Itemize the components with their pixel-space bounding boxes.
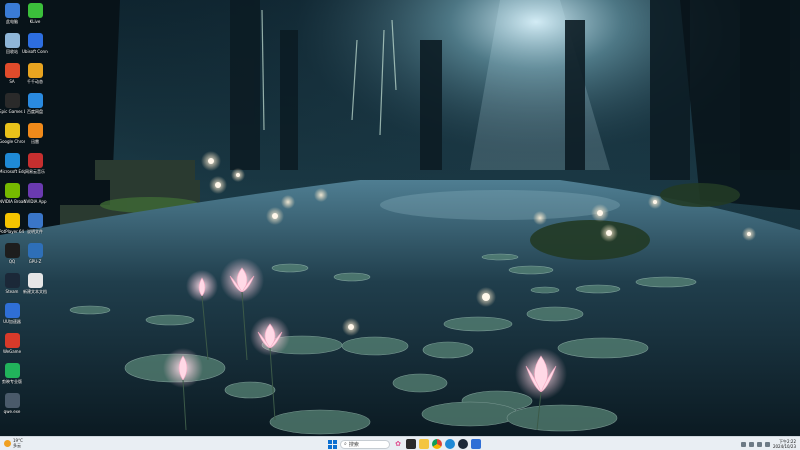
desktop-icon-label: UU加速器 <box>3 319 21 324</box>
desktop-icon-label: KLive <box>29 19 41 24</box>
desktop-icon-uu[interactable]: UU加速器 <box>0 303 24 324</box>
desktop-icon-ubisoft[interactable]: Ubisoft Connect <box>22 33 48 54</box>
steam-icon <box>4 273 20 288</box>
desktop-icon-wegame[interactable]: WeGame <box>0 333 24 354</box>
music-icon <box>27 153 43 168</box>
file-explorer-icon[interactable] <box>419 439 429 449</box>
desktop-icon-nvidia[interactable]: NVIDIA Broadcast <box>0 183 25 204</box>
desktop-icon-label: 剪映专业版 <box>2 379 22 384</box>
desktop-icon-epic-games[interactable]: Epic Games Launcher <box>0 93 25 114</box>
desktop-icon-text-file[interactable]: 新建文本文档 <box>23 273 47 294</box>
desktop-icon-computer[interactable]: 此电脑 <box>0 3 24 24</box>
nv-app-icon <box>27 183 43 198</box>
desktop-icon-exe[interactable]: qwe.exe <box>0 393 24 414</box>
desktop-icon-grid: 此电脑回收站 SA Epic Games Launcher Google Chrome… <box>0 0 60 436</box>
qq-icon <box>4 243 20 258</box>
desktop-icon-label: 千千动态 <box>27 79 43 84</box>
recycle-bin-icon <box>4 33 20 48</box>
uu-icon <box>4 303 20 318</box>
desktop-icon-label: Ubisoft Connect <box>22 49 48 54</box>
desktop-icon-label: WeGame <box>2 349 22 354</box>
desktop-icon-label: 说明文件 <box>27 229 43 234</box>
desktop-icon-nv-app[interactable]: NVIDIA App <box>23 183 47 204</box>
network-icon[interactable] <box>756 441 762 447</box>
volume-icon[interactable] <box>764 441 770 447</box>
weather-widget[interactable]: 19°C 多云 <box>4 438 23 448</box>
taskbar-center: ⌕ 搜索 ✿ <box>327 438 481 450</box>
desktop-icon-label: qwe.exe <box>3 409 21 414</box>
steam-taskbar-icon[interactable] <box>458 439 468 449</box>
klive-icon <box>27 3 43 18</box>
owl-icon <box>27 63 43 78</box>
app-taskbar-icon[interactable] <box>471 439 481 449</box>
exe-icon <box>4 393 20 408</box>
desktop-icon-player[interactable]: 剪映专业版 <box>0 363 24 384</box>
desktop-icon-cloud[interactable]: 百度网盘 <box>23 93 47 114</box>
desktop-icon-gpu[interactable]: GPU-Z <box>23 243 47 264</box>
nvidia-icon <box>4 183 20 198</box>
widget-flower-icon[interactable]: ✿ <box>393 439 403 449</box>
taskbar-search[interactable]: ⌕ 搜索 <box>340 439 390 449</box>
desktop-icon-klive[interactable]: KLive <box>23 3 47 24</box>
desktop-icon-label: 新建文本文档 <box>23 289 47 294</box>
player-icon <box>4 363 20 378</box>
desktop-icon-app[interactable]: SA <box>0 63 24 84</box>
start-button[interactable] <box>327 439 337 449</box>
ubisoft-icon <box>27 33 43 48</box>
desktop-icon-qq[interactable]: QQ <box>0 243 24 264</box>
desktop-icon-chrome[interactable]: Google Chrome <box>0 123 25 144</box>
computer-icon <box>4 3 20 18</box>
thunder-icon <box>27 123 43 138</box>
task-view-icon[interactable] <box>406 439 416 449</box>
desktop-icon-owl[interactable]: 千千动态 <box>23 63 47 84</box>
desktop-icon-thunder[interactable]: 迅雷 <box>23 123 47 144</box>
desktop-icon-label: 百度网盘 <box>27 109 43 114</box>
desktop-icon-label: 网易云音乐 <box>25 169 45 174</box>
clock-date: 2024/10/23 <box>772 444 796 449</box>
taskbar: 19°C 多云 ⌕ 搜索 ✿ 下午2:22 2024/10/23 <box>0 436 800 450</box>
desktop-icon-edge[interactable]: Microsoft Edge <box>0 153 25 174</box>
chrome-taskbar-icon[interactable] <box>432 439 442 449</box>
search-icon: ⌕ <box>344 441 347 447</box>
chrome-icon <box>4 123 20 138</box>
doc-icon <box>27 213 43 228</box>
tray-app-icon[interactable] <box>748 441 754 447</box>
text-file-icon <box>27 273 43 288</box>
weather-description: 多云 <box>13 443 21 448</box>
desktop-icon-music[interactable]: 网易云音乐 <box>23 153 47 174</box>
clock[interactable]: 下午2:22 2024/10/23 <box>773 439 796 449</box>
sun-icon <box>4 439 11 447</box>
desktop-icon-label: GPU-Z <box>28 259 42 264</box>
app-icon <box>4 63 20 78</box>
desktop-icon-recycle-bin[interactable]: 回收站 <box>0 33 24 54</box>
desktop-icon-doc[interactable]: 说明文件 <box>23 213 47 234</box>
desktop-wallpaper <box>0 0 800 436</box>
search-placeholder: 搜索 <box>348 441 359 448</box>
gpu-icon <box>27 243 43 258</box>
edge-taskbar-icon[interactable] <box>445 439 455 449</box>
potplayer-icon <box>4 213 20 228</box>
desktop-icon-label: 迅雷 <box>31 139 39 144</box>
wegame-icon <box>4 333 20 348</box>
edge-icon <box>4 153 20 168</box>
desktop-icon-label: NVIDIA App <box>23 199 47 204</box>
cloud-icon <box>27 93 43 108</box>
desktop-icon-steam[interactable]: Steam <box>0 273 24 294</box>
system-tray: 下午2:22 2024/10/23 <box>740 438 796 450</box>
desktop-icon-potplayer[interactable]: PotPlayer 64 bit <box>0 213 25 234</box>
tray-chevron-icon[interactable] <box>740 441 746 447</box>
epic-games-icon <box>4 93 20 108</box>
